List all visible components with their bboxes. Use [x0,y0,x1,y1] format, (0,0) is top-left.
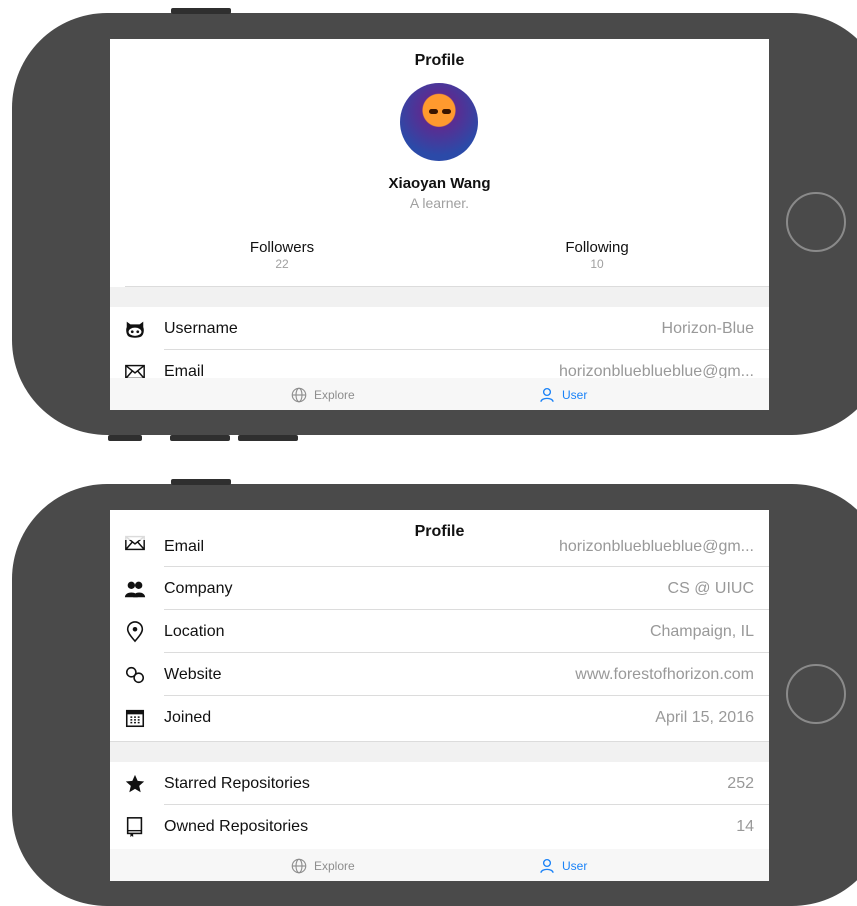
device-home-button [786,192,846,252]
tab-user[interactable]: User [538,857,587,875]
device-volume-down [238,435,298,441]
website-label: Website [164,666,222,683]
info-row-joined[interactable]: Joined April 15, 2016 [110,696,769,739]
profile-screen-top: Profile Xiaoyan Wang A learner. Follower… [110,39,769,410]
tab-user-label: User [562,859,588,873]
info-row-location[interactable]: Location Champaign, IL [110,610,769,653]
book-icon [126,817,143,838]
globe-icon [291,387,307,403]
device-power-button [171,479,231,485]
profile-name: Xiaoyan Wang [388,175,491,192]
owned-count: 14 [736,818,754,835]
info-row-company[interactable]: Company CS @ UIUC [110,567,769,610]
company-value: CS @ UIUC [667,580,754,597]
tab-explore[interactable]: Explore [290,857,355,875]
company-label: Company [164,580,233,597]
tab-user-label: User [562,388,588,402]
followers-stat[interactable]: Followers 22 [182,239,382,271]
avatar[interactable] [400,83,478,161]
website-value[interactable]: www.forestofhorizon.com [575,666,754,684]
device-volume-up [170,435,230,441]
joined-value: April 15, 2016 [655,709,754,726]
star-icon [125,774,145,793]
link-icon [125,666,145,684]
calendar-icon [125,709,145,728]
profile-bio: A learner. [409,195,470,211]
location-value: Champaign, IL [649,623,754,640]
globe-icon [291,858,307,874]
info-row-website[interactable]: Website www.forestofhorizon.com [110,653,769,696]
username-label: Username [164,320,238,337]
starred-label: Starred Repositories [164,775,310,792]
repo-row-owned[interactable]: Owned Repositories 14 [110,805,769,848]
profile-screen-bottom: Email horizonblueblueblue@gm... Profile … [110,510,769,881]
section-gap [110,742,769,762]
location-label: Location [164,623,225,640]
device-home-button [786,664,846,724]
tab-explore[interactable]: Explore [290,386,355,404]
followers-count: 22 [275,257,289,271]
device-mute-switch [108,435,142,441]
repo-row-starred[interactable]: Starred Repositories 252 [110,762,769,805]
user-icon [540,387,554,402]
location-pin-icon [126,621,144,643]
user-icon [540,858,554,873]
username-value: Horizon-Blue [661,320,754,337]
owned-label: Owned Repositories [164,818,309,835]
people-icon [124,581,146,598]
info-row-username[interactable]: Username Horizon-Blue [110,307,769,350]
following-stat[interactable]: Following 10 [497,239,697,271]
starred-count: 252 [727,775,754,792]
followers-label: Followers [249,239,315,256]
tab-bar: Explore User [110,849,769,881]
nav-title: Profile [414,523,465,540]
tab-explore-label: Explore [314,388,355,402]
nav-title: Profile [414,52,465,69]
following-label: Following [565,239,629,256]
tab-explore-label: Explore [314,859,355,873]
following-count: 10 [590,257,604,271]
joined-label: Joined [164,709,212,726]
github-octocat-icon [126,321,144,338]
section-gap [110,287,769,307]
tab-bar: Explore User [110,378,769,410]
tab-user[interactable]: User [538,386,587,404]
device-power-button [171,8,231,14]
